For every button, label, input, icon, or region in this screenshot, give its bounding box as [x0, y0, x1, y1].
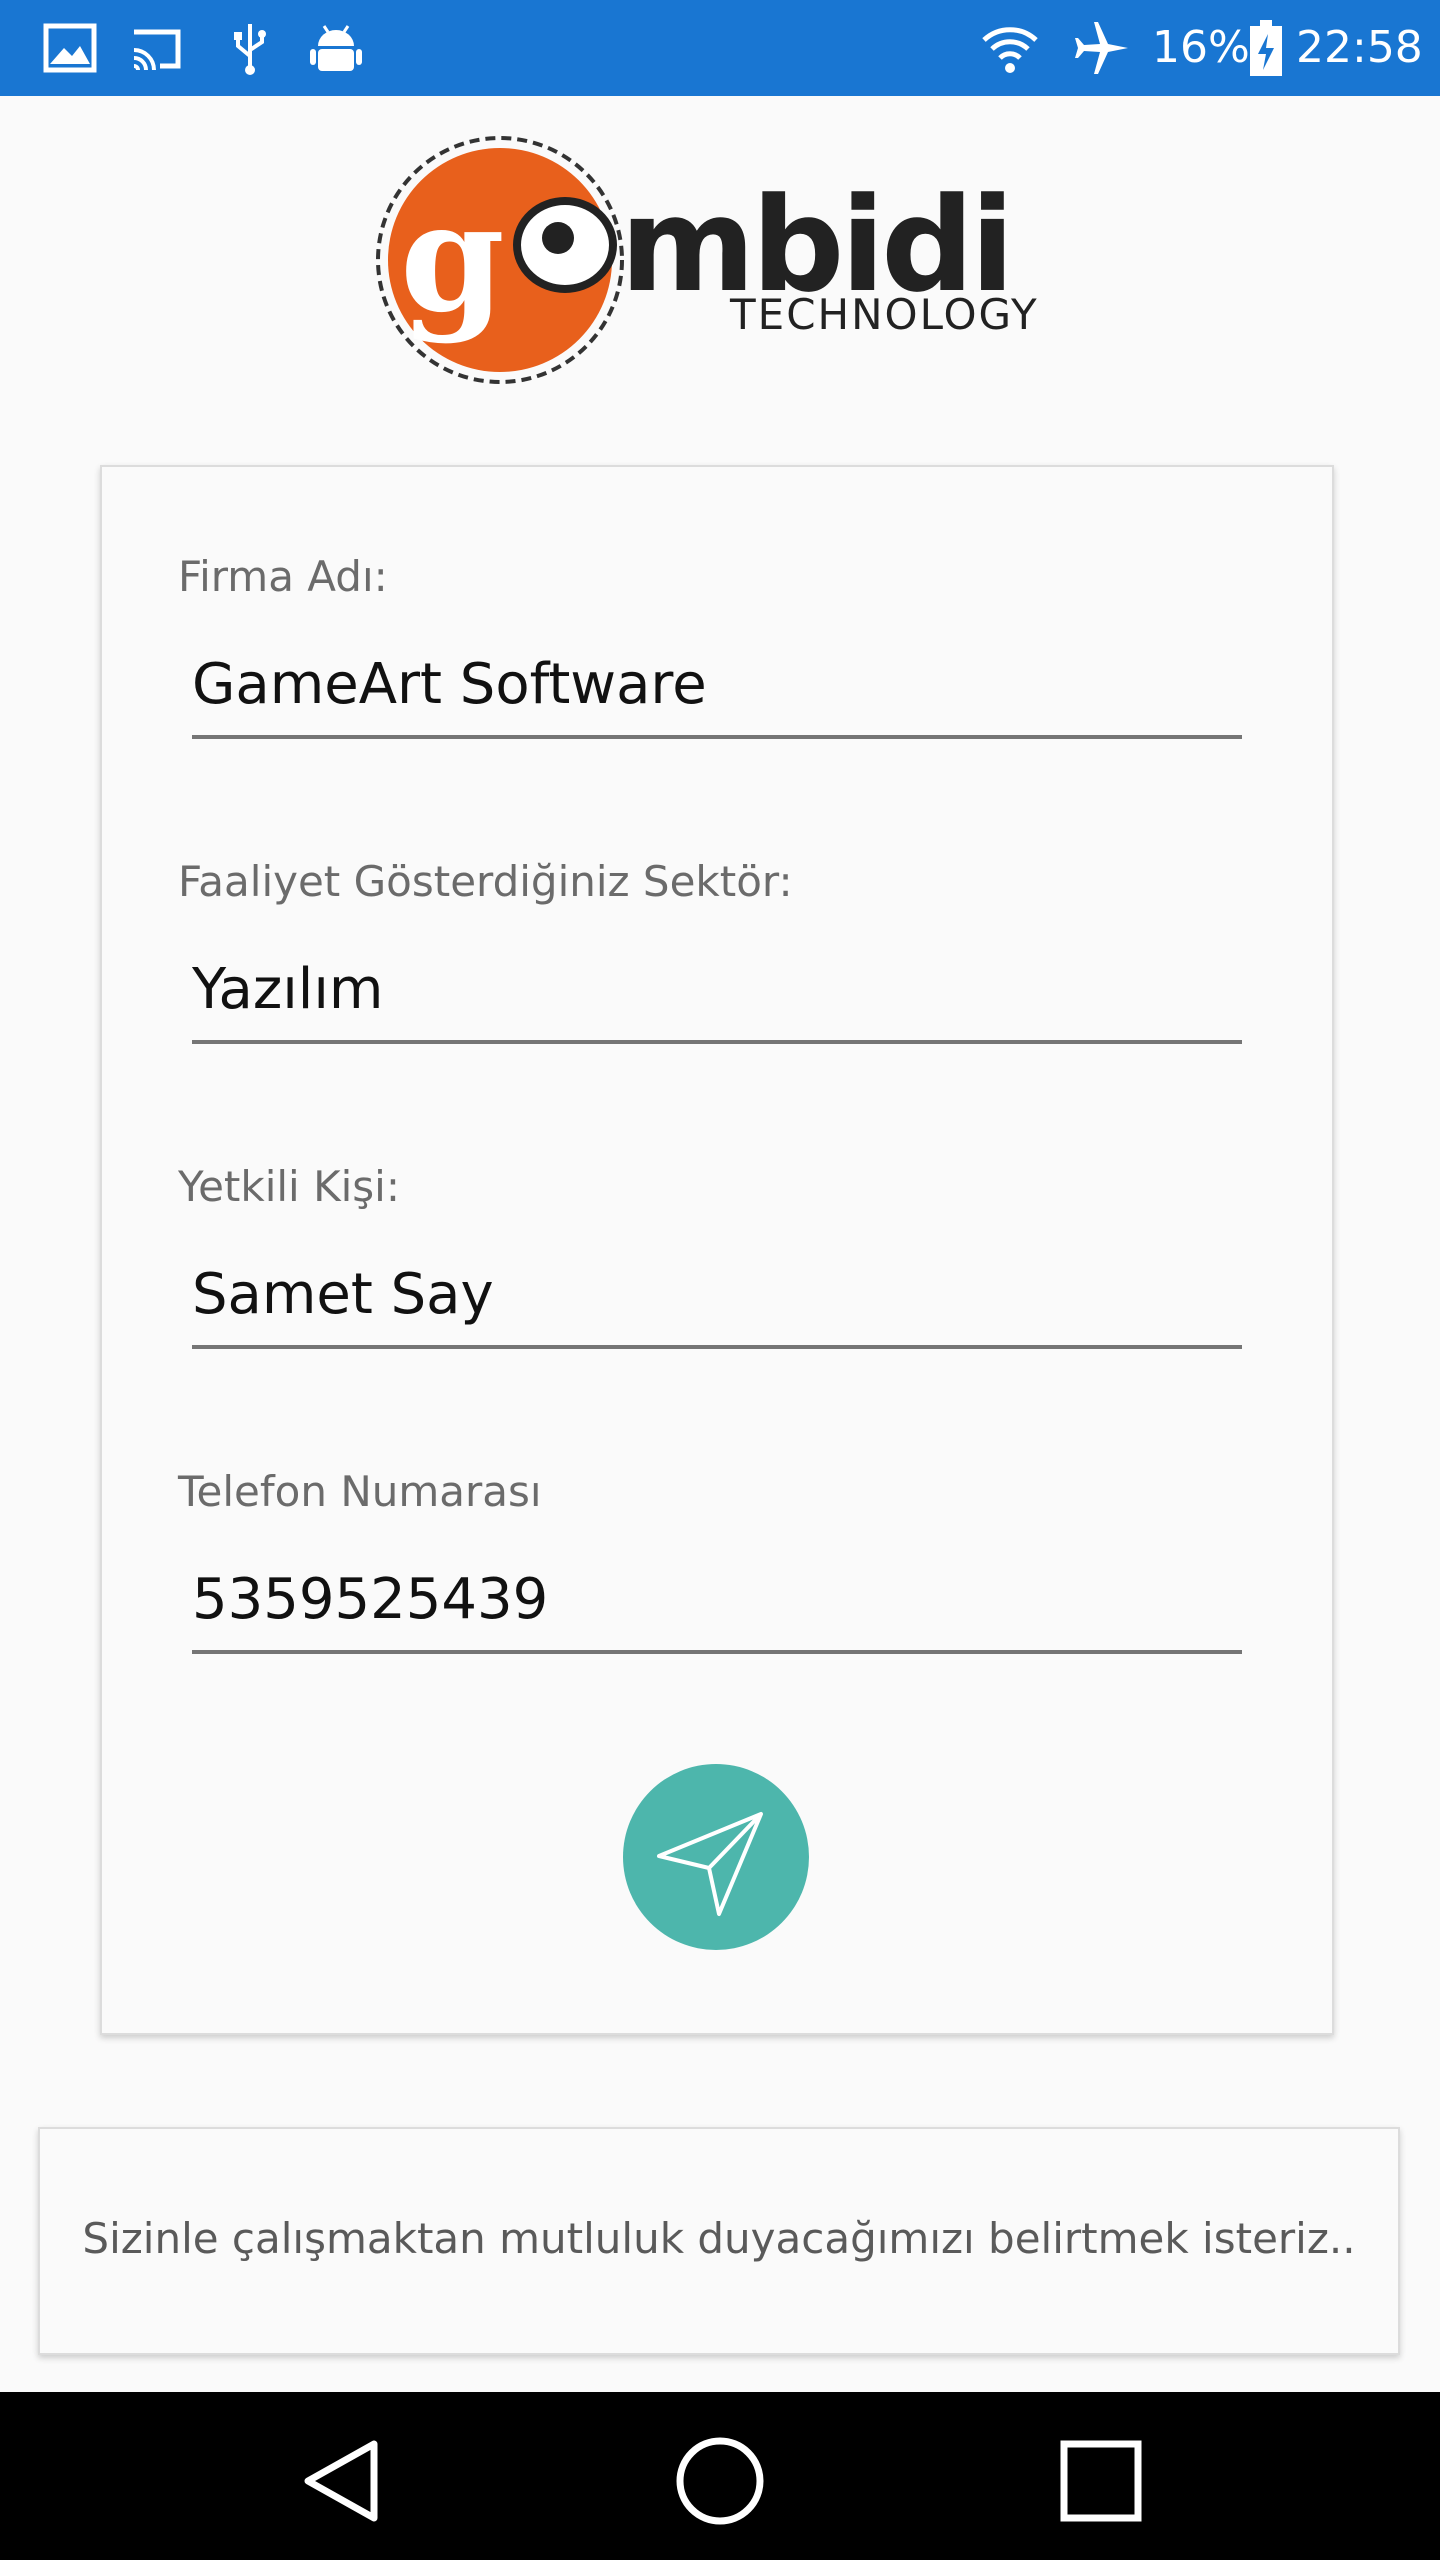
logo-mark: g: [376, 136, 624, 384]
android-debug-icon: [306, 18, 366, 78]
send-button[interactable]: [623, 1764, 809, 1950]
cast-icon: [126, 18, 186, 78]
gallery-icon: [40, 18, 100, 78]
send-icon: [623, 1764, 809, 1950]
thank-you-message: Sizinle çalışmaktan mutluluk duyacağımız…: [82, 2214, 1356, 2263]
gombidi-logo: g mbidi TECHNOLOGY: [370, 130, 1070, 400]
company-name-label: Firma Adı:: [178, 552, 388, 601]
svg-text:g: g: [400, 170, 505, 346]
status-bar: 16% 22:58: [0, 0, 1440, 96]
company-form-card: Firma Adı: Faaliyet Gösterdiğiniz Sektör…: [100, 465, 1334, 2035]
back-icon[interactable]: [286, 2426, 396, 2536]
contact-person-field[interactable]: [192, 1249, 1242, 1349]
battery-percent: 16%: [1152, 22, 1250, 73]
battery-charging-icon: [1246, 18, 1286, 78]
sector-field[interactable]: [192, 944, 1242, 1044]
usb-icon: [220, 18, 280, 78]
clock: 22:58: [1296, 22, 1423, 73]
contact-person-label: Yetkili Kişi:: [178, 1162, 400, 1211]
recents-icon[interactable]: [1046, 2426, 1156, 2536]
message-card: Sizinle çalışmaktan mutluluk duyacağımız…: [38, 2127, 1400, 2355]
logo-subtitle: TECHNOLOGY: [730, 290, 1039, 339]
sector-label: Faaliyet Gösterdiğiniz Sektör:: [178, 857, 793, 906]
phone-number-field[interactable]: [192, 1554, 1242, 1654]
wifi-icon: [980, 18, 1040, 78]
phone-number-label: Telefon Numarası: [178, 1467, 542, 1516]
home-icon[interactable]: [665, 2426, 775, 2536]
airplane-mode-icon: [1072, 18, 1132, 78]
navigation-bar: [0, 2392, 1440, 2560]
company-name-field[interactable]: [192, 639, 1242, 739]
